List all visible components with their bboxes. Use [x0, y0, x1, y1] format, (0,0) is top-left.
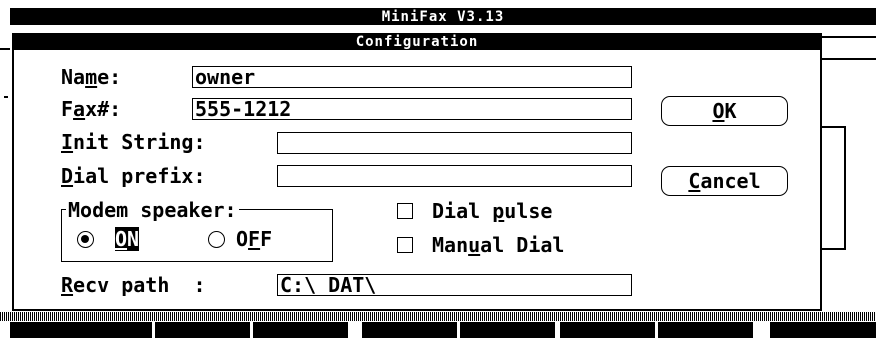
dialog-title: Configuration: [355, 34, 479, 50]
fkey-1[interactable]: [10, 322, 152, 338]
fkey-4[interactable]: [362, 322, 457, 338]
speaker-off-label[interactable]: OFF: [236, 227, 272, 251]
dialog-title-bar: Configuration: [12, 33, 822, 50]
manual-dial-label[interactable]: Manual Dial: [432, 233, 564, 257]
fkey-5[interactable]: [460, 322, 555, 338]
bg-window-panel: [822, 126, 846, 250]
fkey-6[interactable]: [560, 322, 655, 338]
fax-field[interactable]: 555-1212: [192, 98, 632, 120]
fkey-8[interactable]: [770, 322, 876, 338]
bg-window-top-edge: [822, 36, 876, 38]
status-bar: [0, 312, 876, 321]
bg-window-left-mark: [4, 96, 8, 98]
dial-pulse-label[interactable]: Dial pulse: [432, 199, 552, 223]
name-field[interactable]: owner: [192, 66, 632, 88]
bg-window-divider: [822, 58, 876, 60]
fax-label: Fax#:: [61, 97, 122, 121]
modem-speaker-label: Modem speaker:: [66, 198, 239, 222]
bg-window-left-edge: [0, 48, 10, 50]
ok-button[interactable]: OK: [661, 96, 788, 126]
speaker-on-label[interactable]: ON: [115, 227, 140, 251]
fkey-2[interactable]: [155, 322, 250, 338]
app-title: MiniFax V3.13: [381, 9, 505, 25]
init-string-field[interactable]: [277, 132, 632, 154]
fkey-3[interactable]: [253, 322, 348, 338]
speaker-on-radio[interactable]: [77, 231, 94, 248]
name-label: Name:: [61, 65, 122, 89]
dial-prefix-field[interactable]: [277, 165, 632, 187]
app-title-bar: MiniFax V3.13: [10, 8, 876, 25]
init-string-label: Init String:: [61, 130, 206, 154]
dial-pulse-checkbox[interactable]: [397, 203, 413, 219]
dial-prefix-label: Dial prefix:: [61, 164, 206, 188]
recv-path-field[interactable]: C:\_DAT\: [277, 274, 632, 296]
cancel-button[interactable]: Cancel: [661, 166, 788, 196]
speaker-off-radio[interactable]: [208, 231, 225, 248]
fkey-7[interactable]: [658, 322, 753, 338]
recv-path-label: Recv path :: [61, 273, 206, 297]
manual-dial-checkbox[interactable]: [397, 237, 413, 253]
